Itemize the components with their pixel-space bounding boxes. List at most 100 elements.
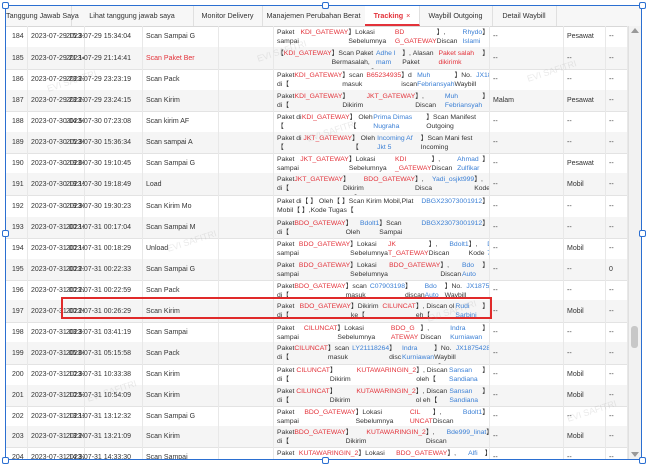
upload-time: 2023-07-30 15:36:34 xyxy=(63,132,143,153)
resize-handle-left[interactable] xyxy=(2,230,9,237)
description: Paket di【 KDI_GATEWAY 】 Oleh【 Prima Dima… xyxy=(274,111,490,132)
table-row[interactable]: 1852023-07-29 21:14:282023-07-29 21:14:4… xyxy=(6,47,628,70)
location-cell xyxy=(219,153,274,173)
scan-type: Scan Kirim xyxy=(143,364,219,385)
vertical-scrollbar[interactable] xyxy=(628,26,641,459)
scroll-up-icon[interactable] xyxy=(631,28,639,33)
scrollbar-thumb[interactable] xyxy=(631,326,638,348)
table-row[interactable]: 1922023-07-30 19:30:022023-07-30 19:30:2… xyxy=(6,195,628,218)
upload-time: 2023-07-31 00:22:33 xyxy=(63,259,143,280)
scan-type: Scan Pack xyxy=(143,342,219,364)
row-number: 189 xyxy=(6,132,28,153)
upload-time: 2023-07-29 15:34:04 xyxy=(63,26,143,47)
scan-type: Scan kirim AF xyxy=(143,111,219,132)
resize-handle-top[interactable] xyxy=(322,2,329,9)
table-row[interactable]: 1982023-07-31 03:31:362023-07-31 03:41:1… xyxy=(6,322,628,343)
description: Paket sampai【 KUTAWARINGIN_2 】Lokasi Seb… xyxy=(274,447,490,459)
location-cell xyxy=(219,69,274,90)
cell-c6: -- xyxy=(564,195,606,217)
cell-c7: -- xyxy=(606,173,628,195)
tab-waybill-outgoing[interactable]: Waybill Outgoing xyxy=(419,6,493,26)
cell-c7: -- xyxy=(606,426,628,447)
cell-c7: 0 xyxy=(606,259,628,280)
row-number: 201 xyxy=(6,385,28,406)
description: Paket sampai【 CILUNCAT 】Lokasi Sebelumny… xyxy=(274,322,490,342)
cell-c7: -- xyxy=(606,69,628,90)
scan-type: Scan Kirim xyxy=(143,90,219,111)
scan-type: Load xyxy=(143,173,219,195)
cell-c7: -- xyxy=(606,238,628,259)
cell-c6: -- xyxy=(564,259,606,280)
cell-c5: -- xyxy=(490,300,564,322)
cell-c5: -- xyxy=(490,280,564,300)
resize-handle-top-left[interactable] xyxy=(2,2,9,9)
table-row[interactable]: 1872023-07-29 23:23:572023-07-29 23:24:1… xyxy=(6,90,628,112)
cell-c6: Mobil xyxy=(564,238,606,259)
table-row[interactable]: 2002023-07-31 10:33:282023-07-31 10:33:3… xyxy=(6,364,628,386)
cell-c6: -- xyxy=(564,69,606,90)
table-row[interactable]: 1912023-07-30 19:15:442023-07-30 19:18:4… xyxy=(6,173,628,196)
cell-c6: Pesawat xyxy=(564,90,606,111)
cell-c5: Malam xyxy=(490,90,564,111)
table-row[interactable]: 1932023-07-31 00:16:522023-07-31 00:17:0… xyxy=(6,217,628,239)
cell-c7: -- xyxy=(606,26,628,47)
row-number: 196 xyxy=(6,280,28,300)
table-row[interactable]: 2022023-07-31 13:11:522023-07-31 13:12:3… xyxy=(6,406,628,427)
row-number: 204 xyxy=(6,447,28,459)
table-row[interactable]: 1942023-07-31 00:18:042023-07-31 00:18:2… xyxy=(6,238,628,260)
resize-handle-bottom-left[interactable] xyxy=(2,457,9,464)
cell-c5: -- xyxy=(490,195,564,217)
tab-label: Detail Waybill xyxy=(502,11,546,20)
close-icon[interactable]: × xyxy=(406,11,410,20)
table-row[interactable]: 2042023-07-31 14:32:292023-07-31 14:33:3… xyxy=(6,447,628,459)
cell-c5: -- xyxy=(490,26,564,47)
tab-detail-waybill[interactable]: Detail Waybill xyxy=(492,6,557,26)
cell-c5: -- xyxy=(490,238,564,259)
row-number: 188 xyxy=(6,111,28,132)
resize-handle-top-right[interactable] xyxy=(639,2,646,9)
cell-c7: -- xyxy=(606,132,628,153)
tab-label: Tracking xyxy=(373,11,404,20)
scan-type: Scan Sampai G xyxy=(143,406,219,426)
table-row[interactable]: 2032023-07-31 13:20:582023-07-31 13:21:0… xyxy=(6,426,628,448)
description: Paket sampai【 JKT_GATEWAY 】Lokasi Sebelu… xyxy=(274,153,490,173)
row-number: 193 xyxy=(6,217,28,238)
description: Paket di【 CILUNCAT 】Dikirim ke【 KUTAWARI… xyxy=(274,385,490,406)
resize-handle-bottom[interactable] xyxy=(322,457,329,464)
cell-c6: -- xyxy=(564,111,606,132)
tab-monitor-delivery[interactable]: Monitor Delivery xyxy=(193,6,263,26)
resize-handle-right[interactable] xyxy=(639,230,646,237)
location-cell xyxy=(219,195,274,217)
location-cell xyxy=(219,173,274,195)
tab-manajemen-perubahan-berat[interactable]: Manajemen Perubahan Berat xyxy=(262,6,366,26)
location-cell xyxy=(219,26,274,47)
cell-c6: -- xyxy=(564,342,606,364)
tab-tracking[interactable]: Tracking × xyxy=(365,6,420,26)
tab-tanggung-jawab-saya[interactable]: Tanggung Jawab Saya xyxy=(6,6,79,26)
upload-time: 2023-07-29 23:24:15 xyxy=(63,90,143,111)
scan-type: Scan Kirim xyxy=(143,385,219,406)
cell-c6: Pesawat xyxy=(564,153,606,173)
row-number: 184 xyxy=(6,26,28,47)
resize-handle-bottom-right[interactable] xyxy=(639,457,646,464)
row-number: 198 xyxy=(6,322,28,342)
table-row[interactable]: 1842023-07-29 15:31:252023-07-29 15:34:0… xyxy=(6,26,628,48)
table-row[interactable]: 1902023-07-30 19:08:432023-07-30 19:10:4… xyxy=(6,153,628,174)
row-number: 200 xyxy=(6,364,28,385)
location-cell xyxy=(219,111,274,132)
cell-c6: -- xyxy=(564,447,606,459)
tab-lihat-tanggung-jawab-saya[interactable]: Lihat tanggung jawab saya xyxy=(71,6,194,26)
location-cell xyxy=(219,90,274,111)
upload-time: 2023-07-31 05:15:58 xyxy=(63,342,143,364)
row-number: 186 xyxy=(6,69,28,90)
scroll-down-icon[interactable] xyxy=(631,452,639,457)
row-number: 202 xyxy=(6,406,28,426)
cell-c5: -- xyxy=(490,426,564,447)
row-number: 191 xyxy=(6,173,28,195)
cell-c5: -- xyxy=(490,342,564,364)
table-row[interactable]: 1952023-07-31 00:21:462023-07-31 00:22:3… xyxy=(6,259,628,281)
table-row[interactable]: 1992023-07-31 05:08:412023-07-31 05:15:5… xyxy=(6,342,628,365)
tab-label: Tanggung Jawab Saya xyxy=(6,11,79,20)
location-cell xyxy=(219,217,274,238)
row-number: 197 xyxy=(6,300,28,322)
